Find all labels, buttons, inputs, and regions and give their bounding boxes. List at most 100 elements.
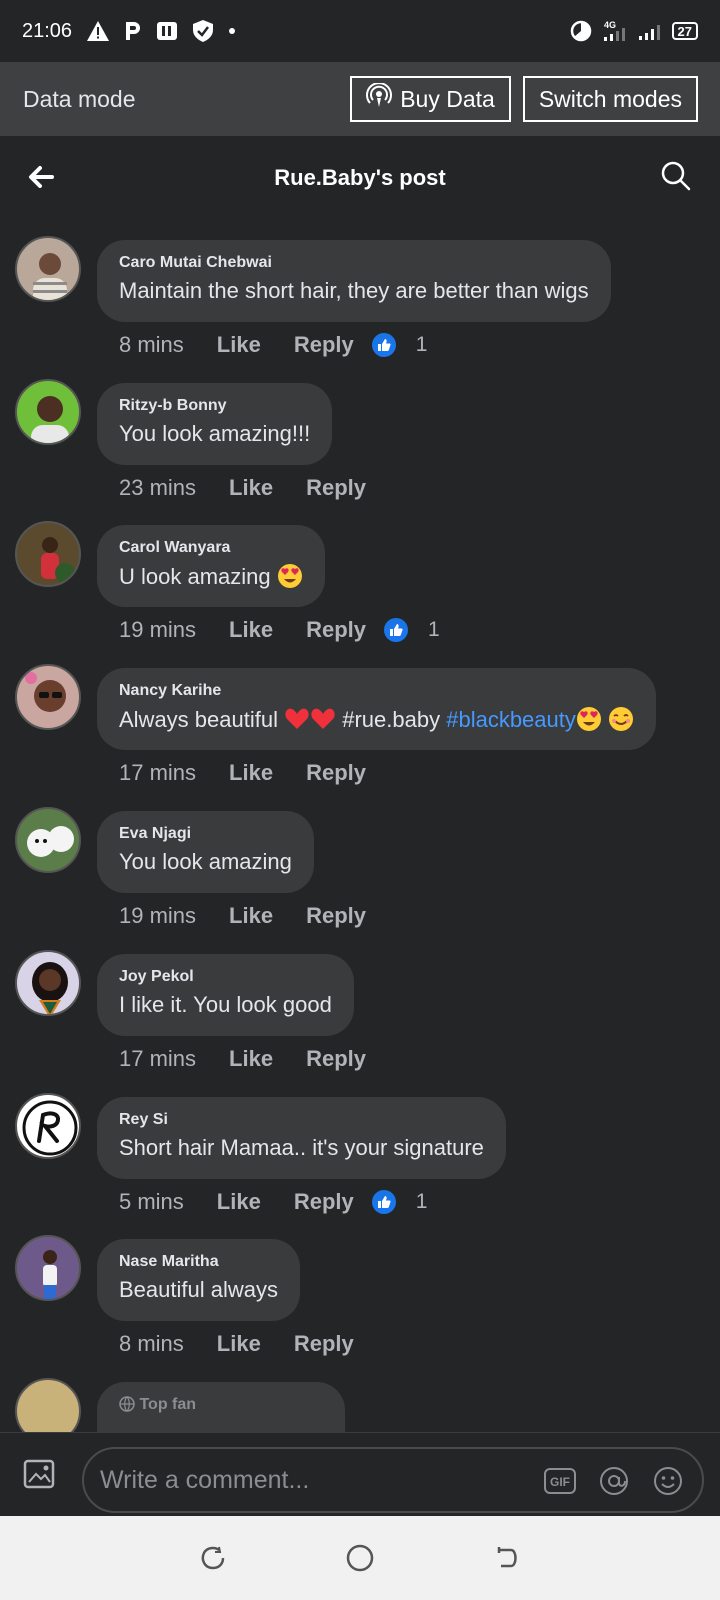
comment-text: I like it. You look good	[119, 992, 332, 1017]
comment-text: U look amazing	[119, 564, 271, 589]
reply-button[interactable]: Reply	[294, 1331, 354, 1357]
comment-bubble[interactable]: Caro Mutai Chebwai Maintain the short ha…	[97, 240, 611, 322]
comment-time: 8 mins	[119, 332, 184, 357]
comment-placeholder: Write a comment...	[100, 1465, 310, 1494]
comment-text: Always beautiful	[119, 707, 278, 732]
status-bar: 21:06 4G 27	[0, 0, 720, 62]
reply-button[interactable]: Reply	[294, 1189, 354, 1215]
like-button[interactable]: Like	[217, 1331, 261, 1357]
gif-icon[interactable]: GIF	[544, 1465, 576, 1497]
comment-author[interactable]: Carol Wanyara	[119, 539, 303, 557]
top-fan-badge: Top fan	[119, 1396, 323, 1414]
comment-list: Caro Mutai Chebwai Maintain the short ha…	[0, 220, 720, 1432]
back-arrow-icon[interactable]	[26, 162, 56, 192]
search-icon[interactable]	[660, 160, 692, 192]
comment-actions: 19 mins Like Reply 1	[119, 613, 440, 647]
comment-text: Maintain the short hair, they are better…	[119, 278, 589, 303]
comment-bubble[interactable]: Ritzy-b Bonny You look amazing!!!	[97, 383, 333, 465]
comment-time: 19 mins	[119, 617, 197, 642]
signal-icon	[638, 20, 662, 42]
data-mode-label: Data mode	[23, 85, 136, 112]
thumbs-up-icon[interactable]	[371, 1190, 396, 1214]
avatar[interactable]	[15, 379, 81, 445]
avatar[interactable]	[15, 1093, 81, 1159]
comment-text: Short hair Mamaa.. it's your signature	[119, 1135, 484, 1160]
reaction-count[interactable]: 1	[428, 618, 440, 642]
comment-time: 23 mins	[119, 475, 197, 500]
comment-author[interactable]: Joy Pekol	[119, 968, 332, 986]
comment-item: Caro Mutai Chebwai Maintain the short ha…	[0, 220, 720, 366]
reaction-count[interactable]: 1	[416, 1190, 428, 1214]
reply-button[interactable]: Reply	[306, 760, 366, 786]
thumbs-up-icon[interactable]	[371, 333, 396, 357]
like-button[interactable]: Like	[217, 1189, 261, 1215]
comment-input[interactable]: Write a comment... GIF	[82, 1447, 704, 1513]
comment-author[interactable]: Eva Njagi	[119, 825, 292, 843]
comment-item: Joy Pekol I like it. You look good 17 mi…	[0, 934, 720, 1080]
buy-data-label: Buy Data	[400, 85, 495, 112]
comment-bubble[interactable]: Nase Maritha Beautiful always	[97, 1239, 300, 1321]
photo-icon[interactable]	[22, 1455, 58, 1491]
buy-data-button[interactable]: Buy Data	[350, 76, 511, 122]
comment-bubble[interactable]: Top fan	[97, 1382, 345, 1432]
avatar[interactable]	[15, 236, 81, 302]
comment-time: 19 mins	[119, 903, 197, 928]
comment-author[interactable]: Caro Mutai Chebwai	[119, 254, 589, 272]
like-button[interactable]: Like	[229, 1046, 273, 1072]
avatar[interactable]	[15, 521, 81, 587]
comment-actions: 17 mins Like Reply	[119, 756, 384, 790]
comment-actions: 8 mins Like Reply	[119, 1327, 372, 1361]
back-icon[interactable]	[492, 1543, 522, 1573]
comment-bubble[interactable]: Carol Wanyara U look amazing	[97, 525, 325, 607]
like-button[interactable]: Like	[229, 760, 273, 786]
reaction-count[interactable]: 1	[416, 333, 428, 357]
comment-bubble[interactable]: Eva Njagi You look amazing	[97, 811, 314, 893]
comment-time: 5 mins	[119, 1189, 184, 1214]
comment-actions: 5 mins Like Reply 1	[119, 1185, 427, 1219]
comment-author[interactable]: Nase Maritha	[119, 1253, 278, 1271]
comment-actions: 17 mins Like Reply	[119, 1042, 384, 1076]
comment-author[interactable]: Ritzy-b Bonny	[119, 397, 310, 415]
mention-icon[interactable]	[598, 1465, 630, 1497]
svg-text:GIF: GIF	[550, 1475, 570, 1489]
warning-icon	[86, 20, 110, 42]
reply-button[interactable]: Reply	[306, 903, 366, 929]
comment-text: You look amazing!!!	[119, 421, 311, 446]
system-nav-bar	[0, 1516, 720, 1600]
comment-actions: 19 mins Like Reply	[119, 899, 384, 933]
like-button[interactable]: Like	[229, 617, 273, 643]
comment-bubble[interactable]: Joy Pekol I like it. You look good	[97, 954, 354, 1036]
comment-bubble[interactable]: Nancy Karihe Always beautiful #rue.baby …	[97, 668, 656, 750]
reply-button[interactable]: Reply	[306, 1046, 366, 1072]
avatar[interactable]	[15, 1235, 81, 1301]
reply-button[interactable]: Reply	[306, 475, 366, 501]
thumbs-up-icon[interactable]	[384, 618, 408, 642]
home-icon[interactable]	[345, 1543, 375, 1573]
comment-author[interactable]: Nancy Karihe	[119, 682, 634, 700]
comment-time: 8 mins	[119, 1331, 184, 1356]
switch-modes-button[interactable]: Switch modes	[522, 76, 698, 122]
comment-item: Nancy Karihe Always beautiful #rue.baby …	[0, 648, 720, 794]
comment-bubble[interactable]: Rey Si Short hair Mamaa.. it's your sign…	[97, 1097, 506, 1179]
page-title: Rue.Baby's post	[274, 165, 446, 190]
like-button[interactable]: Like	[229, 903, 273, 929]
avatar[interactable]	[15, 950, 81, 1016]
like-button[interactable]: Like	[217, 332, 261, 358]
comment-item: Rey Si Short hair Mamaa.. it's your sign…	[0, 1077, 720, 1223]
svg-text:4G: 4G	[604, 20, 616, 30]
comment-item: Nase Maritha Beautiful always 8 mins Lik…	[0, 1219, 720, 1365]
emoji-icon[interactable]	[652, 1465, 684, 1497]
heart-icon	[310, 706, 336, 732]
hashtag-link[interactable]: #blackbeauty	[446, 707, 576, 732]
like-button[interactable]: Like	[229, 475, 273, 501]
avatar[interactable]	[15, 807, 81, 873]
reply-button[interactable]: Reply	[294, 332, 354, 358]
avatar[interactable]	[15, 1378, 81, 1432]
heart-eyes-emoji-icon	[277, 563, 303, 589]
signal-4g-icon: 4G	[602, 19, 628, 43]
comment-author[interactable]: Rey Si	[119, 1111, 484, 1129]
comment-actions: 23 mins Like Reply	[119, 471, 384, 505]
reply-button[interactable]: Reply	[306, 617, 366, 643]
recent-apps-icon[interactable]	[198, 1543, 228, 1573]
avatar[interactable]	[15, 664, 81, 730]
